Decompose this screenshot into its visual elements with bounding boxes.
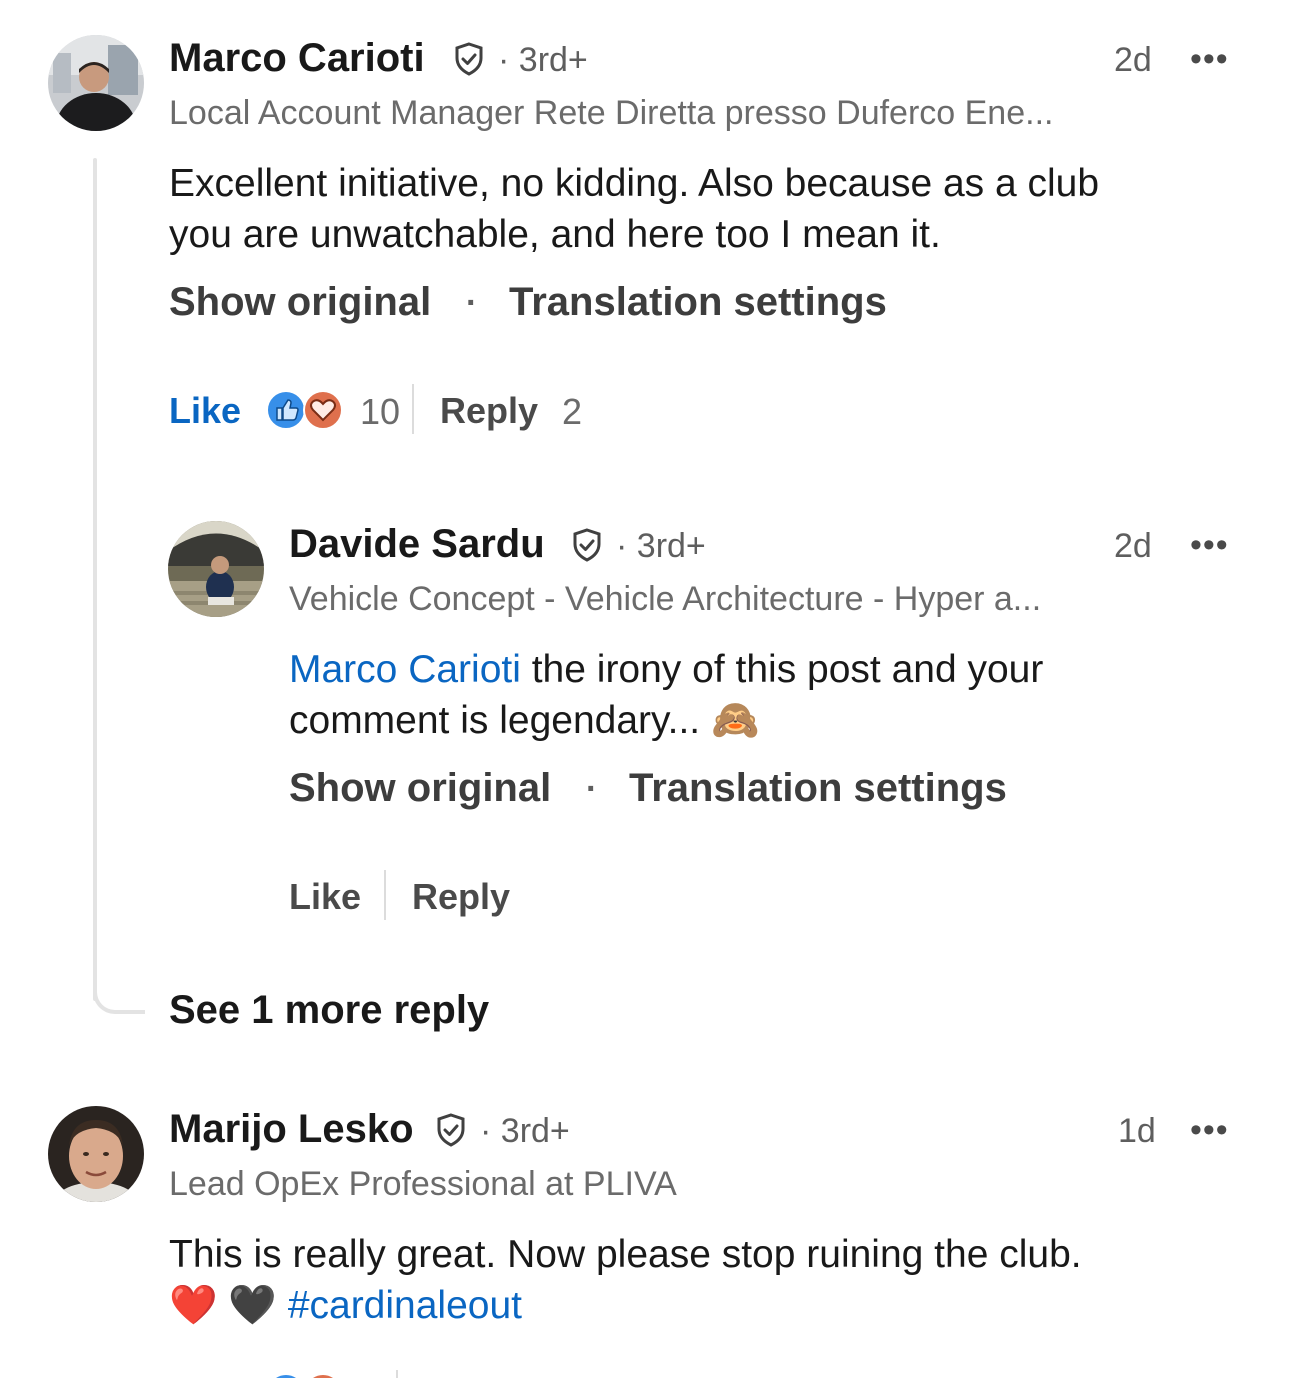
more-options-icon[interactable]: •••	[1190, 526, 1229, 565]
reply-button[interactable]: Reply	[412, 876, 510, 918]
verified-badge-icon	[455, 42, 483, 76]
see-no-evil-monkey-icon: 🙈	[710, 699, 760, 742]
show-original-link[interactable]: Show original	[289, 766, 551, 811]
dot-separator: ·	[466, 284, 478, 322]
see-more-replies-link[interactable]: See 1 more reply	[169, 988, 489, 1033]
author-headline: Lead OpEx Professional at PLIVA	[169, 1165, 677, 1203]
thread-line	[93, 158, 97, 1001]
like-love-reaction-icon	[266, 390, 343, 430]
reply-count: 2	[562, 391, 583, 432]
connection-degree: · 3rd+	[498, 41, 588, 79]
comment-text: Excellent initiative, no kidding. Also b…	[169, 162, 1100, 256]
avatar[interactable]	[48, 1106, 144, 1202]
timestamp: 1d	[1118, 1112, 1156, 1150]
avatar-photo-marijo-icon	[48, 1106, 144, 1202]
verified-badge-icon	[573, 528, 601, 562]
dot-separator: ·	[586, 770, 598, 808]
reactions-icons-partial[interactable]	[266, 1372, 346, 1378]
author-headline: Vehicle Concept - Vehicle Architecture -…	[289, 580, 1042, 618]
red-heart-icon: ❤️	[169, 1284, 218, 1327]
action-divider	[412, 384, 414, 434]
connection-degree: · 3rd+	[480, 1112, 570, 1150]
author-name[interactable]: Davide Sardu	[289, 522, 545, 567]
black-heart-icon: 🖤	[228, 1284, 277, 1327]
timestamp: 2d	[1114, 527, 1152, 565]
avatar-photo-davide-icon	[168, 521, 264, 617]
avatar[interactable]	[168, 521, 264, 617]
translation-settings-link[interactable]: Translation settings	[509, 280, 887, 325]
author-name[interactable]: Marijo Lesko	[169, 1107, 414, 1152]
thread-line-end	[93, 980, 145, 1014]
avatar-photo-marco-icon	[48, 35, 144, 131]
reply-button[interactable]: Reply	[440, 390, 538, 432]
author-name[interactable]: Marco Carioti	[169, 36, 425, 81]
action-divider	[384, 870, 386, 920]
comment-text: Marco Carioti the irony of this post and…	[289, 648, 1044, 742]
reaction-count[interactable]: 10	[360, 391, 400, 433]
like-button[interactable]: Like	[289, 876, 361, 918]
verified-badge-icon	[437, 1113, 465, 1147]
translation-settings-link[interactable]: Translation settings	[629, 766, 1007, 811]
hashtag-link[interactable]: #cardinaleout	[288, 1284, 522, 1327]
show-original-link[interactable]: Show original	[169, 280, 431, 325]
avatar[interactable]	[48, 35, 144, 131]
timestamp: 2d	[1114, 41, 1152, 79]
more-options-icon[interactable]: •••	[1190, 1111, 1229, 1150]
action-divider	[396, 1370, 398, 1378]
reactions-icons[interactable]	[266, 389, 346, 431]
more-options-icon[interactable]: •••	[1190, 40, 1229, 79]
like-love-reaction-icon	[272, 1373, 337, 1378]
connection-degree: · 3rd+	[616, 527, 706, 565]
like-button[interactable]: Like	[169, 390, 241, 432]
mention-link[interactable]: Marco Carioti	[289, 648, 521, 691]
comment-text: This is really great. Now please stop ru…	[169, 1233, 1082, 1327]
author-headline: Local Account Manager Rete Diretta press…	[169, 94, 1054, 132]
